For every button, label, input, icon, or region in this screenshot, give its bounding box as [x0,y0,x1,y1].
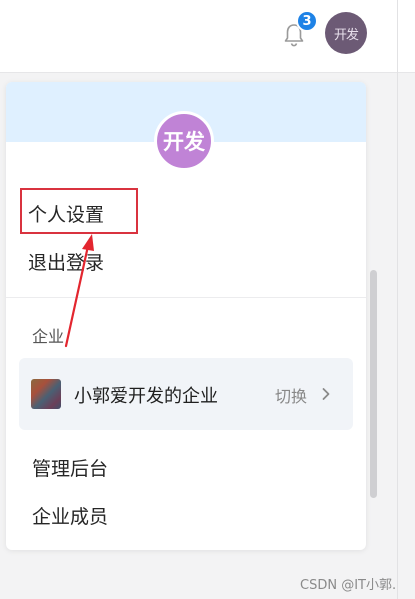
company-name: 小郭爱开发的企业 [74,386,218,407]
panel-avatar: 开发 [154,111,214,171]
user-avatar[interactable]: 开发 [325,12,367,54]
annotation-highlight-box [20,188,138,234]
page-edge-divider [397,0,398,599]
company-card[interactable]: 小郭爱开发的企业 切换 [19,358,353,430]
menu-item-management-backend[interactable]: 管理后台 [32,454,108,481]
top-header: 3 开发 [0,0,415,73]
chevron-right-icon[interactable] [319,387,333,401]
menu-item-enterprise-members[interactable]: 企业成员 [32,502,108,529]
menu-item-logout[interactable]: 退出登录 [28,248,104,275]
menu-divider [6,297,366,298]
company-logo [31,379,61,409]
enterprise-section-label: 企业 [32,327,65,346]
scrollbar-thumb[interactable] [370,270,377,498]
watermark: CSDN @IT小郭. [300,578,397,593]
user-dropdown-panel: 开发 个人设置 退出登录 企业 小郭爱开发的企业 切换 管理后台 企业成员 [6,82,366,550]
switch-company-button[interactable]: 切换 [275,383,307,407]
notification-badge: 3 [296,10,318,32]
